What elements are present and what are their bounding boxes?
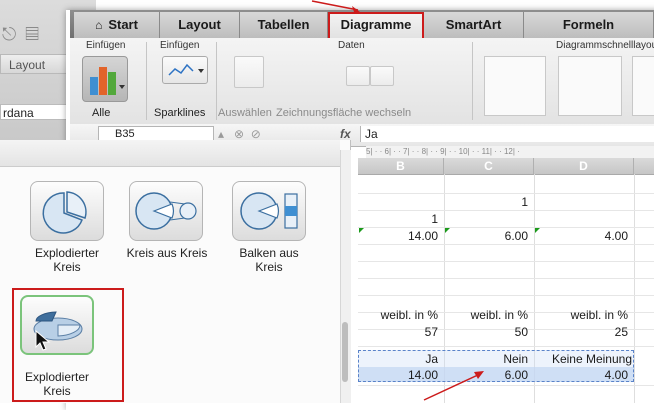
home-icon: ⌂ bbox=[95, 18, 103, 32]
gallery-label-1: Explodierter Kreis bbox=[34, 246, 100, 274]
cancel-icon[interactable]: ⊗ bbox=[234, 127, 244, 141]
formula-input[interactable]: Ja bbox=[360, 126, 654, 142]
select-data-icon bbox=[234, 56, 264, 88]
column-header-b[interactable]: B bbox=[358, 158, 444, 174]
ribbon-panel: Einfügen Einfügen Daten Diagrammschnelll… bbox=[70, 38, 654, 125]
cell-c-header[interactable]: weibl. in % bbox=[444, 307, 534, 323]
sparklines-button[interactable] bbox=[162, 56, 208, 84]
ruler: 5| · · 6| · · 7| · · 8| · · 9| · · 10| ·… bbox=[366, 146, 654, 158]
confirm-icon[interactable]: ⊘ bbox=[251, 127, 261, 141]
cell-b-label[interactable]: Ja bbox=[358, 351, 444, 367]
cell-b-value[interactable]: 14.00 bbox=[358, 228, 444, 244]
switch-plot-icon-2 bbox=[370, 66, 394, 86]
error-indicator-icon bbox=[359, 228, 364, 233]
column-header-d[interactable]: D bbox=[534, 158, 634, 174]
grid-line bbox=[358, 261, 654, 262]
group-separator bbox=[146, 42, 147, 120]
cell-d-header[interactable]: weibl. in % bbox=[534, 307, 634, 323]
cell-d-percent[interactable]: 25 bbox=[534, 324, 634, 340]
alle-chart-button[interactable] bbox=[82, 56, 128, 102]
column-header-c[interactable]: C bbox=[444, 158, 534, 174]
tab-start[interactable]: ⌂ Start bbox=[74, 12, 160, 38]
ribbon-tab-bar: ⌂ Start Layout Tabellen Diagramme SmartAr… bbox=[70, 10, 654, 38]
annotation-arrow-top bbox=[311, 0, 360, 12]
grid-line bbox=[358, 295, 654, 296]
cell-c-label[interactable]: Nein bbox=[444, 351, 534, 367]
group-label-schnelllayouts: Diagrammschnelllayouts bbox=[556, 40, 654, 51]
group-label-daten: Daten bbox=[338, 40, 365, 51]
error-indicator-icon bbox=[535, 228, 540, 233]
group-separator bbox=[472, 42, 473, 120]
bar-of-pie-icon bbox=[240, 192, 298, 230]
cell-b-header[interactable]: weibl. in % bbox=[358, 307, 444, 323]
tab-diagramme[interactable]: Diagramme bbox=[328, 12, 424, 38]
gallery-item-bar-of-pie[interactable] bbox=[232, 181, 306, 241]
bar-chart-icon bbox=[90, 67, 125, 95]
zeichnungsflaeche-label[interactable]: Zeichnungsfläche wechseln bbox=[276, 107, 411, 119]
cell-b-percent[interactable]: 57 bbox=[358, 324, 444, 340]
tab-smartart[interactable]: SmartArt bbox=[424, 12, 524, 38]
grid-line bbox=[358, 385, 654, 386]
quick-layout-2[interactable] bbox=[558, 56, 622, 116]
stepper-icon[interactable]: ▴ bbox=[218, 127, 224, 141]
sparklines-label: Sparklines bbox=[154, 107, 206, 119]
quick-layout-3[interactable] bbox=[632, 56, 654, 116]
tab-layout[interactable]: Layout bbox=[160, 12, 240, 38]
cell-c-count[interactable]: 1 bbox=[444, 194, 534, 210]
group-separator bbox=[216, 42, 217, 120]
error-indicator-icon bbox=[445, 228, 450, 233]
quick-layout-1[interactable] bbox=[484, 56, 546, 116]
cell-d-label[interactable]: Keine Meinung bbox=[534, 351, 634, 367]
cell-c-value[interactable]: 6.00 bbox=[444, 228, 534, 244]
annotation-arrow-bottom bbox=[423, 371, 484, 401]
cell-b-count[interactable]: 1 bbox=[358, 211, 444, 227]
gallery-label-2: Kreis aus Kreis bbox=[126, 246, 208, 260]
grid-line bbox=[358, 278, 654, 279]
group-label-einfuegen-2: Einfügen bbox=[160, 40, 200, 51]
exploded-pie-icon bbox=[42, 191, 87, 234]
sparkline-icon bbox=[168, 63, 204, 76]
toolbar-icons: ⎋ ▤ bbox=[2, 24, 41, 44]
switch-plot-icon bbox=[346, 66, 370, 86]
annotation-highlight-gallery bbox=[12, 288, 124, 402]
auswaehlen-label[interactable]: Auswählen bbox=[218, 107, 272, 119]
gallery-header bbox=[0, 140, 340, 167]
tab-formeln[interactable]: Formeln bbox=[524, 12, 654, 38]
gallery-item-exploded-pie[interactable] bbox=[30, 181, 104, 241]
alle-label: Alle bbox=[92, 107, 111, 119]
tab-tabellen[interactable]: Tabellen bbox=[240, 12, 328, 38]
gallery-label-3: Balken aus Kreis bbox=[239, 246, 299, 274]
grid-line bbox=[358, 346, 654, 347]
gallery-item-pie-of-pie[interactable] bbox=[129, 181, 203, 241]
grid-line bbox=[634, 174, 635, 403]
pie-of-pie-icon bbox=[135, 192, 197, 230]
cell-d-selected-value[interactable]: 4.00 bbox=[534, 367, 634, 383]
group-label-einfuegen-1: Einfügen bbox=[86, 40, 126, 51]
cell-d-value[interactable]: 4.00 bbox=[534, 228, 634, 244]
grid-line bbox=[358, 244, 654, 245]
cell-c-percent[interactable]: 50 bbox=[444, 324, 534, 340]
gallery-scroll-thumb[interactable] bbox=[342, 322, 348, 382]
